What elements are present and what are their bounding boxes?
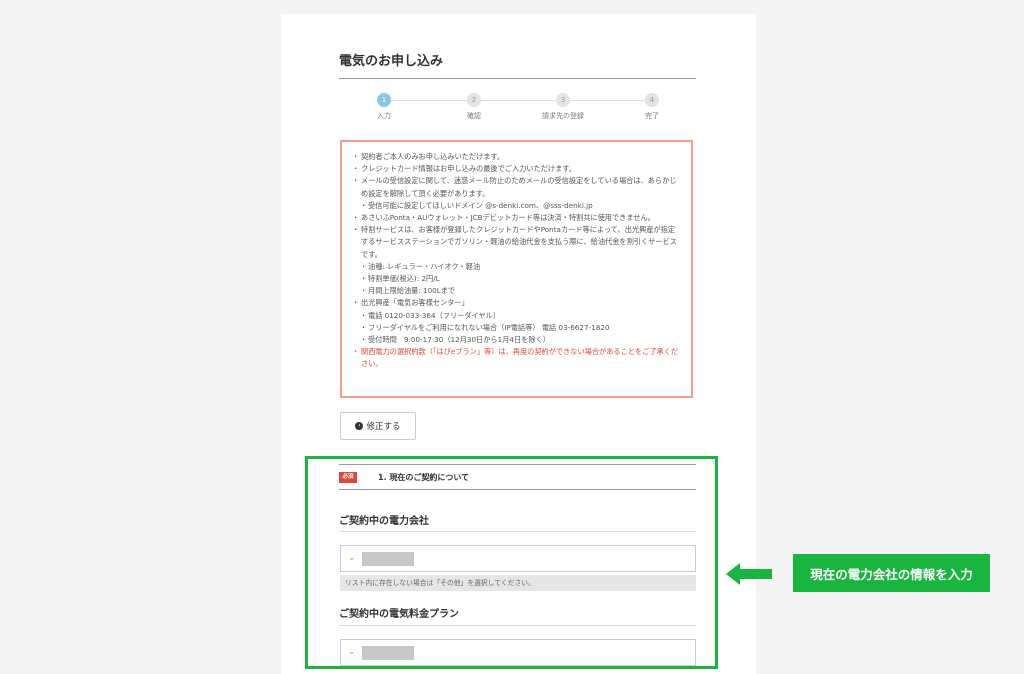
notice-item: 契約者ご本人のみお申し込みいただけます。 — [352, 151, 681, 163]
notice-subitem: 月間上限給油量: 100Lまで — [352, 285, 681, 297]
notice-item: あさいふPonta・AUウォレット・JCBデビットカード等は決済・特割共に使用で… — [352, 212, 681, 224]
back-edit-label: 修正する — [366, 422, 401, 432]
step-4-number: 4 — [645, 93, 659, 107]
callout-label: 現在の電力会社の情報を入力 — [793, 554, 990, 592]
power-company-divider — [339, 531, 696, 532]
step-4: 4 完了 — [617, 93, 687, 121]
notice-box: 契約者ご本人のみお申し込みいただけます。 クレジットカード情報はお申し込みの最後… — [340, 140, 693, 398]
rate-plan-select[interactable]: ⌄ — [340, 639, 696, 666]
notice-subitem: 特割単価(税込): 2円/L — [352, 273, 681, 285]
notice-item: クレジットカード情報はお申し込みの最後でご入力いただけます。 — [352, 163, 681, 175]
chevron-down-icon: ⌄ — [348, 647, 356, 657]
step-2-number: 2 — [467, 93, 481, 107]
rate-plan-divider — [339, 625, 696, 626]
back-edit-button[interactable]: ‹ 修正する — [340, 412, 416, 440]
notice-subitem: 電話 0120-033-364（フリーダイヤル） — [352, 310, 681, 322]
arrow-left-icon — [726, 563, 772, 585]
step-3-label: 請求先の登録 — [542, 112, 584, 120]
step-3-number: 3 — [556, 93, 570, 107]
notice-subitem: フリーダイヤルをご利用になれない場合（IP電話等） 電話 03-6627-182… — [352, 322, 681, 334]
notice-subitem: 受付時間 9:00-17:30（12月30日から1月4日を除く） — [352, 334, 681, 346]
section-divider-top — [339, 464, 696, 465]
rate-plan-label: ご契約中の電気料金プラン — [339, 609, 459, 620]
chevron-left-circle-icon: ‹ — [355, 422, 364, 430]
step-2-label: 確認 — [467, 112, 481, 120]
step-4-label: 完了 — [645, 112, 659, 120]
power-company-select[interactable]: ⌄ — [340, 545, 696, 572]
notice-item: メールの受信設定に関して、迷惑メール防止のためメールの受信設定をしている場合は、… — [352, 175, 681, 199]
notice-subitem: 受信可能に設定してほしいドメイン @s-denki.com、@sss-denki… — [352, 200, 681, 212]
notice-warning: 関西電力の選択約款（「はぴeプラン」等）は、再度の契約ができない場合があることを… — [352, 346, 681, 370]
power-company-label: ご契約中の電力会社 — [339, 516, 429, 527]
notice-item: 出光興産「電気お客様センター」 — [352, 297, 681, 309]
notice-item: 特割サービスは、お客様が登録したクレジットカードやPontaカード等によって、出… — [352, 224, 681, 261]
step-1-label: 入力 — [377, 112, 391, 120]
step-3: 3 請求先の登録 — [528, 93, 598, 121]
required-badge: 必須 — [339, 472, 357, 483]
step-1: 1 入力 — [349, 93, 419, 121]
step-1-number: 1 — [377, 93, 391, 107]
chevron-down-icon: ⌄ — [348, 553, 356, 563]
application-form-card: 電気のお申し込み 1 入力 2 確認 3 請求先の登録 4 完了 契約者ご本人の… — [281, 14, 756, 674]
section-title: 1. 現在のご契約について — [378, 473, 470, 482]
power-company-value-redacted — [361, 551, 414, 566]
stepper-track — [384, 100, 652, 101]
power-company-hint: リスト内に存在しない場合は「その他」を選択してください。 — [340, 575, 696, 591]
section-divider-bottom — [339, 489, 696, 490]
step-2: 2 確認 — [439, 93, 509, 121]
title-divider — [339, 78, 696, 79]
notice-subitem: 油種: レギュラー・ハイオク・軽油 — [352, 261, 681, 273]
rate-plan-value-redacted — [361, 645, 414, 660]
page-title: 電気のお申し込み — [339, 54, 444, 69]
